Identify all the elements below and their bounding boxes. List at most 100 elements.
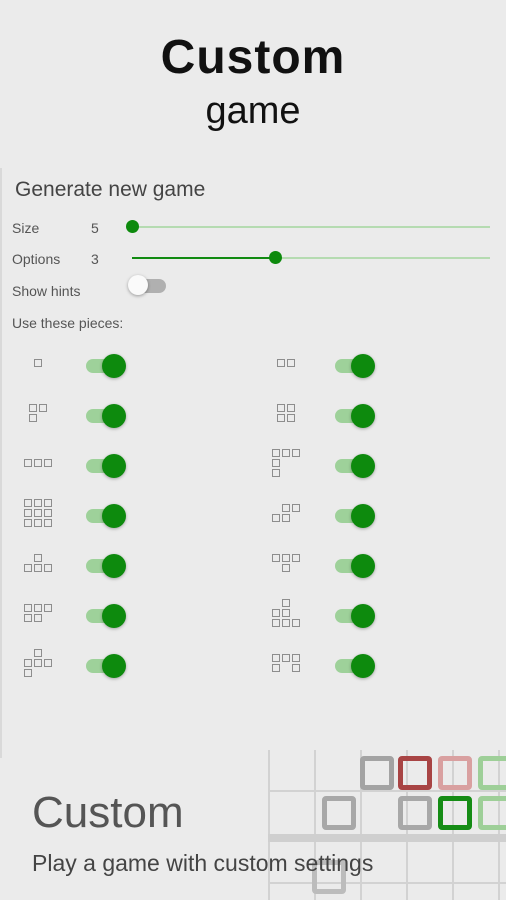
piece-cell <box>287 404 295 412</box>
piece-cell <box>29 414 37 422</box>
piece-cell <box>292 619 300 627</box>
pieces-label: Use these pieces: <box>12 315 124 331</box>
banner-title: Custom <box>32 788 184 837</box>
toggle-knob <box>351 604 375 628</box>
toggle-knob <box>102 554 126 578</box>
toggle-knob <box>102 354 126 378</box>
board-grid-line <box>268 750 270 900</box>
show-hints-toggle[interactable] <box>128 275 166 297</box>
piece-cell <box>24 564 32 572</box>
piece-cell <box>24 659 32 667</box>
piece-cell <box>24 519 32 527</box>
piece-cell <box>277 404 285 412</box>
piece-cell <box>272 554 280 562</box>
piece-cell <box>292 449 300 457</box>
piece-cell <box>24 509 32 517</box>
toggle-knob <box>102 504 126 528</box>
piece-u-pentomino-toggle[interactable] <box>335 653 375 678</box>
piece-t-pentomino-toggle[interactable] <box>86 653 126 678</box>
piece-cell <box>282 609 290 617</box>
piece-cell <box>34 604 42 612</box>
piece-cell <box>44 604 52 612</box>
piece-cell <box>34 359 42 367</box>
show-hints-toggle-knob <box>128 275 148 295</box>
piece-cell <box>44 564 52 572</box>
size-slider-thumb[interactable] <box>126 220 139 233</box>
toggle-knob <box>102 604 126 628</box>
piece-cell <box>24 459 32 467</box>
piece-cell <box>272 459 280 467</box>
piece-cell <box>282 504 290 512</box>
piece-plus-pentomino-toggle[interactable] <box>335 603 375 628</box>
piece-cell <box>44 659 52 667</box>
piece-cell <box>272 664 280 672</box>
piece-cell <box>34 459 42 467</box>
feature-banner: Custom Play a game with custom settings <box>0 750 506 900</box>
piece-cell <box>282 654 290 662</box>
piece-cell <box>34 499 42 507</box>
piece-l-tromino-toggle[interactable] <box>86 403 126 428</box>
piece-cell <box>277 359 285 367</box>
piece-cell <box>29 404 37 412</box>
piece-cell <box>277 414 285 422</box>
piece-i-tromino-toggle[interactable] <box>86 453 126 478</box>
piece-cell <box>282 514 290 522</box>
piece-cell <box>272 449 280 457</box>
options-slider-thumb[interactable] <box>269 251 283 264</box>
piece-cell <box>292 664 300 672</box>
piece-monomino-toggle[interactable] <box>86 353 126 378</box>
banner-subtitle: Play a game with custom settings <box>32 850 374 876</box>
toggle-knob <box>102 404 126 428</box>
piece-p-pentomino-toggle[interactable] <box>86 603 126 628</box>
piece-square-tetromino-toggle[interactable] <box>335 403 375 428</box>
piece-cell <box>24 614 32 622</box>
toggle-knob <box>351 354 375 378</box>
piece-cell <box>272 609 280 617</box>
piece-cell <box>287 359 295 367</box>
size-label: Size <box>12 220 40 236</box>
piece-square-nonomino-toggle[interactable] <box>86 503 126 528</box>
board-tile <box>438 756 472 790</box>
piece-cell <box>287 414 295 422</box>
piece-s-tetromino-toggle[interactable] <box>335 503 375 528</box>
piece-cell <box>282 619 290 627</box>
toggle-knob <box>351 504 375 528</box>
piece-cell <box>34 564 42 572</box>
piece-t-tetromino-down-toggle[interactable] <box>335 553 375 578</box>
piece-cell <box>34 519 42 527</box>
piece-cell <box>44 459 52 467</box>
toggle-knob <box>102 454 126 478</box>
page-subtitle: game <box>205 90 301 132</box>
toggle-knob <box>102 654 126 678</box>
size-value: 5 <box>91 220 99 236</box>
piece-cell <box>282 449 290 457</box>
piece-domino-toggle[interactable] <box>335 353 375 378</box>
piece-cell <box>272 619 280 627</box>
panel-title: Generate new game <box>15 178 206 201</box>
piece-cell <box>272 469 280 477</box>
board-tile <box>360 756 394 790</box>
board-tile <box>478 796 506 830</box>
piece-t-tetromino-up-toggle[interactable] <box>86 553 126 578</box>
piece-cell <box>34 659 42 667</box>
board-grid-line <box>268 790 506 792</box>
piece-cell <box>282 564 290 572</box>
piece-cell <box>272 514 280 522</box>
piece-cell <box>24 604 32 612</box>
toggle-knob <box>351 554 375 578</box>
options-label: Options <box>12 251 61 267</box>
piece-l-tetromino-toggle[interactable] <box>335 453 375 478</box>
piece-cell <box>34 614 42 622</box>
options-slider-fill <box>132 257 276 259</box>
toggle-knob <box>351 454 375 478</box>
piece-cell <box>34 649 42 657</box>
board-tile <box>322 796 356 830</box>
size-slider-track[interactable] <box>132 226 490 228</box>
piece-cell <box>39 404 47 412</box>
page-title: Custom <box>160 31 346 84</box>
piece-cell <box>34 509 42 517</box>
toggle-knob <box>351 654 375 678</box>
piece-cell <box>24 499 32 507</box>
toggle-knob <box>351 404 375 428</box>
piece-cell <box>44 499 52 507</box>
